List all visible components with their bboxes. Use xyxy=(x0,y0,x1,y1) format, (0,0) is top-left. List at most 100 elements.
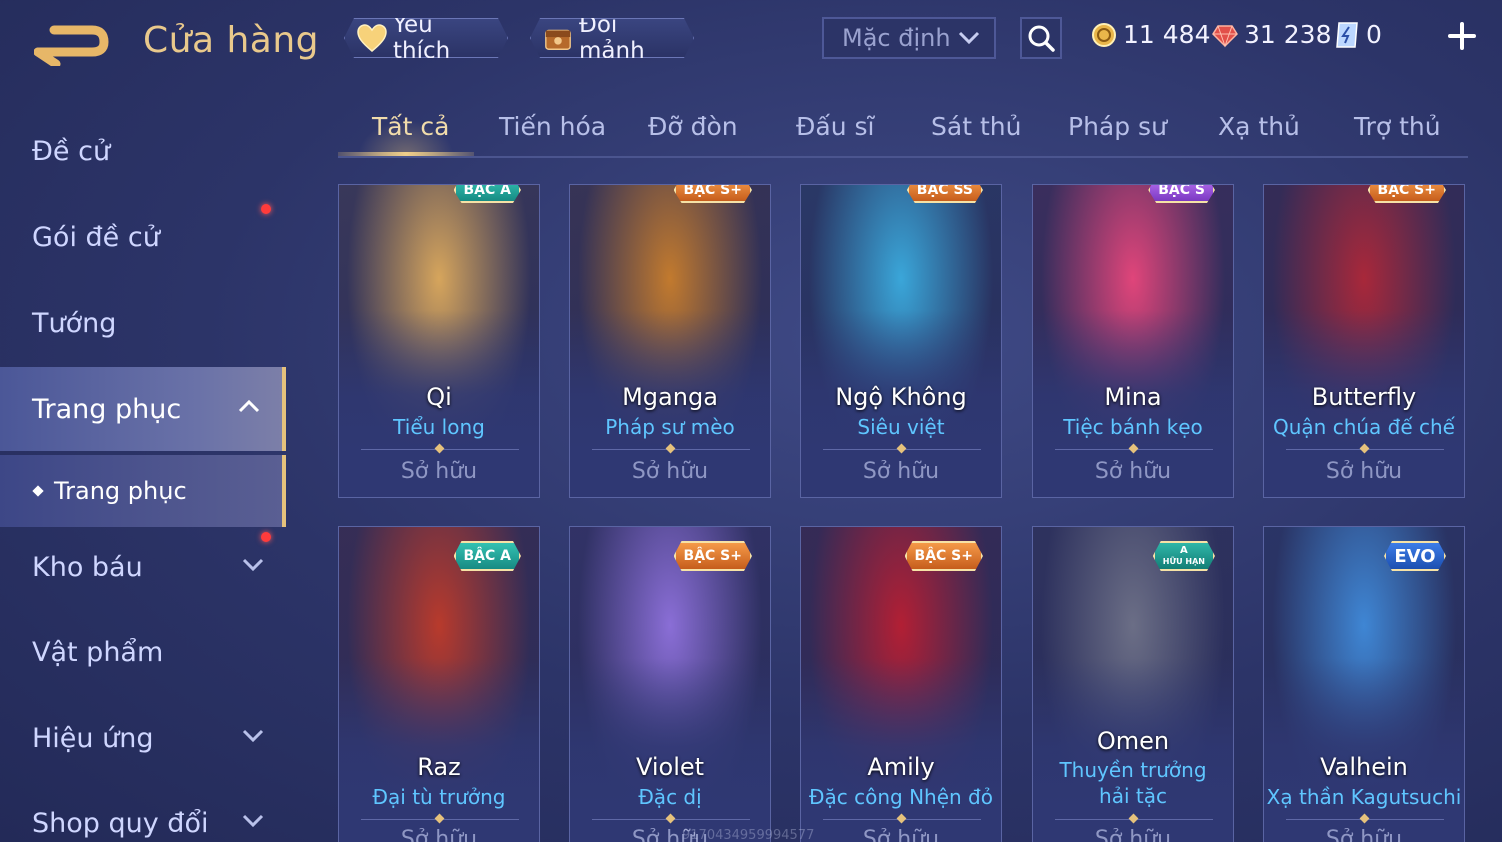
tier-badge: BẬC S xyxy=(1148,184,1215,203)
sidebar-subitem-skins[interactable]: Trang phục xyxy=(0,455,286,527)
sidebar-item-items[interactable]: Vật phẩm xyxy=(0,611,286,693)
tab-tank[interactable]: Đỡ đòn xyxy=(648,112,738,141)
tab-all[interactable]: Tất cả xyxy=(372,112,449,141)
notification-dot xyxy=(261,204,271,214)
sidebar-item-label: Gói đề cử xyxy=(32,221,160,253)
skin-name: Tiệc bánh kẹo xyxy=(1063,415,1203,439)
skin-name: Đặc công Nhện đỏ xyxy=(809,785,993,809)
sidebar-item-heroes[interactable]: Tướng xyxy=(0,282,286,364)
skin-name: Pháp sư mèo xyxy=(605,415,735,439)
divider xyxy=(1055,449,1213,450)
tab-support[interactable]: Trợ thủ xyxy=(1354,112,1441,141)
sidebar-item-label: Tướng xyxy=(32,307,117,339)
skin-name: Siêu việt xyxy=(857,415,945,439)
tab-evolution[interactable]: Tiến hóa xyxy=(499,112,606,141)
notification-dot xyxy=(261,532,271,542)
sidebar-item-label: Trang phục xyxy=(32,393,182,425)
sidebar-item-label: Vật phẩm xyxy=(32,636,164,668)
divider xyxy=(1055,819,1213,820)
sidebar-item-exchange-shop[interactable]: Shop quy đổi xyxy=(0,782,286,842)
favorites-label: Yêu thích xyxy=(393,12,451,64)
hero-name: Mina xyxy=(1104,383,1162,411)
owned-status: Sở hữu xyxy=(1325,827,1403,842)
skin-card[interactable]: BẬC A Qi Tiểu long Sở hữu xyxy=(338,184,540,498)
owned-status: Sở hữu xyxy=(862,459,940,484)
tier-badge-grade: A xyxy=(1180,545,1188,556)
ruby-currency: 31 238 xyxy=(1212,20,1331,49)
exchange-fragments-button[interactable]: Đổi mảnh xyxy=(530,18,694,58)
tier-badge: BẬC S+ xyxy=(674,541,752,571)
chevron-up-icon xyxy=(238,399,260,413)
fragment-chest-icon xyxy=(543,23,573,53)
tier-badge: BẬC SS xyxy=(907,184,983,203)
divider xyxy=(823,449,981,450)
sidebar-item-label: Đề cử xyxy=(32,135,111,167)
skin-name: Quận chúa đế chế xyxy=(1272,415,1455,439)
sort-dropdown[interactable]: Mặc định xyxy=(822,17,996,59)
hero-name: Violet xyxy=(635,753,705,781)
tier-badge: BẬC S+ xyxy=(1368,184,1446,203)
skin-card[interactable]: BẬC S+ Amily Đặc công Nhện đỏ Sở hữu xyxy=(800,526,1002,842)
tab-assassin[interactable]: Sát thủ xyxy=(931,112,1021,141)
hero-name: Raz xyxy=(417,753,461,781)
gold-amount: 11 484 xyxy=(1123,20,1211,49)
skin-name: Đại tù trưởng xyxy=(372,785,506,809)
gold-currency: 11 484 xyxy=(1091,20,1210,49)
skin-name: Thuyền trưởng hải tặc xyxy=(1059,758,1207,808)
skin-card[interactable]: A HỮU HẠN Omen Thuyền trưởng hải tặc Sở … xyxy=(1032,526,1234,842)
sidebar-item-label: Kho báu xyxy=(32,551,143,583)
tab-mage[interactable]: Pháp sư xyxy=(1068,112,1167,141)
divider xyxy=(592,819,750,820)
skin-card[interactable]: BẬC S+ Violet Đặc dị Sở hữu xyxy=(569,526,771,842)
skin-name: Xạ thần Kagutsuchi xyxy=(1266,785,1462,809)
divider xyxy=(361,819,519,820)
sidebar-item-bundles[interactable]: Gói đề cử xyxy=(0,196,286,278)
search-icon xyxy=(1028,25,1055,52)
voucher-currency: 0 xyxy=(1334,20,1382,49)
skin-card[interactable]: BẬC S+ Mganga Pháp sư mèo Sở hữu xyxy=(569,184,771,498)
top-bar: Cửa hàng Yêu thích Đổi mảnh Mặc định 11 … xyxy=(0,0,1502,90)
sidebar-subitem-label: Trang phục xyxy=(54,477,187,505)
tier-badge: BẬC A xyxy=(454,541,522,571)
chevron-down-icon xyxy=(958,31,980,45)
skin-card[interactable]: BẬC S Mina Tiệc bánh kẹo Sở hữu xyxy=(1032,184,1234,498)
heart-icon xyxy=(357,23,387,53)
tier-badge: BẬC S+ xyxy=(905,541,983,571)
sidebar-item-label: Shop quy đổi xyxy=(32,807,209,839)
sidebar-item-label: Hiệu ứng xyxy=(32,722,154,754)
tier-badge-limited: HỮU HẠN xyxy=(1162,557,1205,566)
back-arrow-icon[interactable] xyxy=(34,22,110,66)
page-title: Cửa hàng xyxy=(143,20,320,61)
skin-card[interactable]: BẬC SS Ngộ Không Siêu việt Sở hữu xyxy=(800,184,1002,498)
favorites-button[interactable]: Yêu thích xyxy=(344,18,508,58)
tier-badge: BẬC S+ xyxy=(674,184,752,203)
hero-name: Qi xyxy=(426,383,452,411)
divider xyxy=(1286,449,1444,450)
owned-status: Sở hữu xyxy=(1094,827,1172,842)
ruby-gem-icon xyxy=(1212,24,1238,48)
hero-name: Butterfly xyxy=(1311,383,1417,411)
search-button[interactable] xyxy=(1020,17,1062,59)
skin-card[interactable]: BẬC A Raz Đại tù trưởng Sở hữu xyxy=(338,526,540,842)
owned-status: Sở hữu xyxy=(1325,459,1403,484)
sidebar-item-effects[interactable]: Hiệu ứng xyxy=(0,697,286,779)
watermark: 9170434959994577 xyxy=(682,828,815,842)
skin-name: Tiểu long xyxy=(393,415,485,439)
sidebar-item-treasure[interactable]: Kho báu xyxy=(0,526,286,608)
divider xyxy=(592,449,750,450)
tab-marksman[interactable]: Xạ thủ xyxy=(1218,112,1300,141)
hero-name: Omen xyxy=(1096,727,1170,755)
category-tabs: Tất cả Tiến hóa Đỡ đòn Đấu sĩ Sát thủ Ph… xyxy=(338,100,1468,158)
hero-name: Ngộ Không xyxy=(835,383,967,411)
exchange-label: Đổi mảnh xyxy=(579,12,645,64)
sidebar-item-skins[interactable]: Trang phục xyxy=(0,367,286,451)
tab-fighter[interactable]: Đấu sĩ xyxy=(796,112,874,141)
owned-status: Sở hữu xyxy=(400,459,478,484)
skin-card[interactable]: BẬC S+ Butterfly Quận chúa đế chế Sở hữu xyxy=(1263,184,1465,498)
chevron-down-icon xyxy=(242,814,264,828)
gold-coin-icon xyxy=(1092,22,1116,47)
divider xyxy=(361,449,519,450)
skin-card[interactable]: EVO Valhein Xạ thần Kagutsuchi Sở hữu xyxy=(1263,526,1465,842)
plus-icon[interactable] xyxy=(1446,20,1478,52)
sidebar-item-featured[interactable]: Đề cử xyxy=(0,110,286,192)
